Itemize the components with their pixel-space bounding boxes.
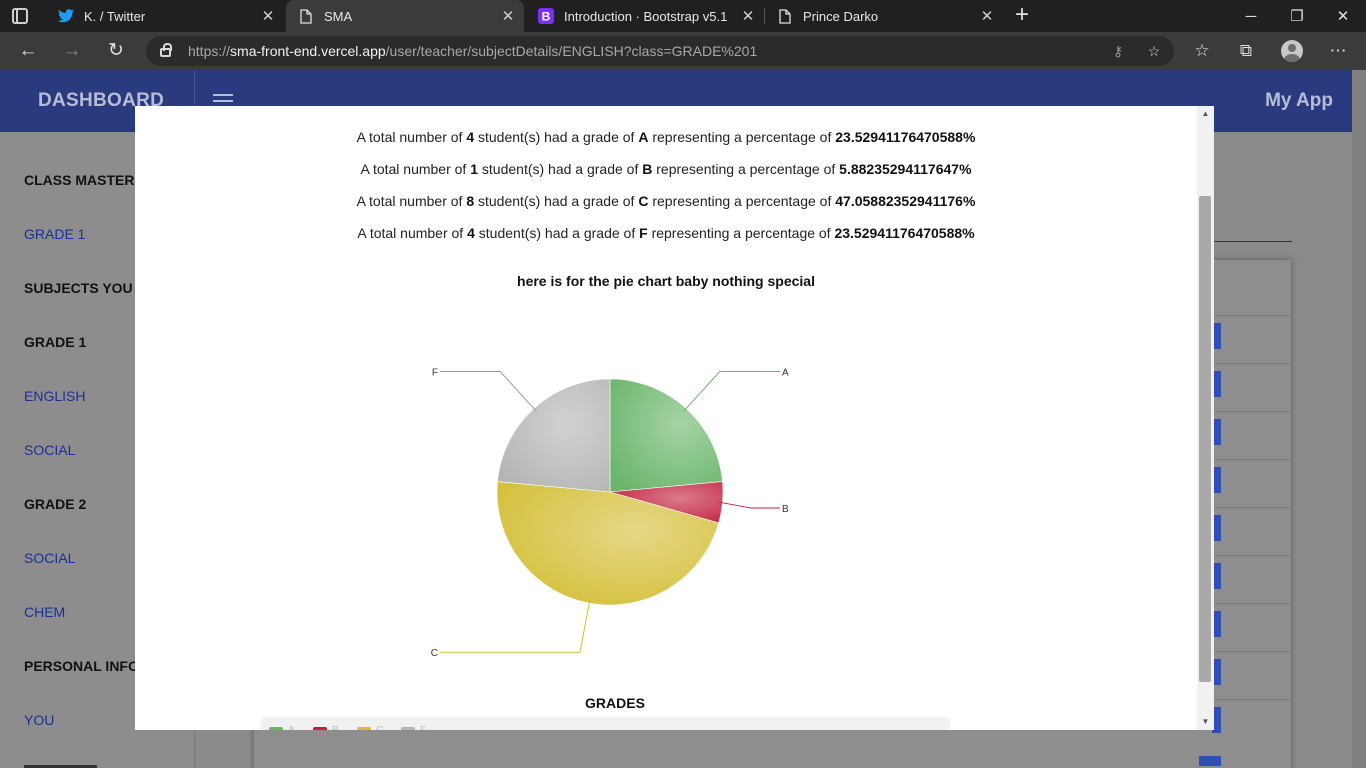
grade-summary-a: A total number of 4 student(s) had a gra…	[356, 129, 976, 145]
grade-summary-f: A total number of 4 student(s) had a gra…	[357, 225, 975, 241]
legend-title: GRADES	[585, 695, 645, 711]
close-icon[interactable]: ✕	[732, 7, 764, 25]
bootstrap-icon: B	[538, 8, 554, 24]
chart-legend: ABCF	[261, 717, 950, 730]
legend-item-f[interactable]: F	[401, 725, 426, 730]
tab-bootstrap[interactable]: B Introduction · Bootstrap v5.1 ✕	[526, 0, 764, 32]
new-tab-button[interactable]: +	[1010, 3, 1034, 27]
legend-item-b[interactable]: B	[313, 725, 339, 730]
background-table-row	[1214, 603, 1291, 604]
close-icon[interactable]: ✕	[492, 7, 524, 25]
back-button[interactable]: ←	[14, 38, 42, 64]
background-table-row	[1214, 555, 1291, 556]
leader-line-c	[440, 599, 591, 653]
tab-prince-darko[interactable]: Prince Darko ✕	[765, 0, 1003, 32]
legend-swatch	[401, 726, 415, 730]
legend-item-a[interactable]: A	[269, 725, 295, 730]
background-table-row	[1214, 363, 1291, 364]
close-icon[interactable]: ✕	[252, 7, 284, 25]
edit-button[interactable]	[1199, 756, 1221, 766]
sidebar-heading-personal-info: PERSONAL INFO	[24, 658, 139, 674]
sidebar-item-chem[interactable]: CHEM	[24, 604, 65, 620]
page-icon	[298, 8, 314, 24]
leader-line-b	[718, 501, 780, 509]
page-scrollbar[interactable]	[1352, 70, 1366, 768]
browser-tab-bar: K. / Twitter ✕ SMA ✕ B Introduction · Bo…	[0, 0, 1366, 32]
sidebar-item-you[interactable]: YOU	[24, 712, 54, 728]
pie-slice-a[interactable]	[609, 378, 723, 493]
legend-label: A	[288, 725, 295, 730]
legend-label: B	[332, 725, 339, 730]
address-bar[interactable]: https://sma-front-end.vercel.app/user/te…	[146, 36, 1174, 66]
refresh-button[interactable]: ↻	[102, 38, 130, 64]
legend-label: C	[376, 725, 383, 730]
legend-label: F	[420, 725, 426, 730]
page-icon	[777, 8, 793, 24]
background-table-row	[1214, 411, 1291, 412]
leader-line-f	[440, 371, 537, 412]
leader-line-a	[683, 371, 780, 412]
background-table-row	[1214, 507, 1291, 508]
legend-swatch	[313, 726, 327, 730]
sidebar-item-grade-1[interactable]: GRADE 1	[24, 226, 85, 242]
slice-label-c: C	[431, 648, 438, 659]
grade-stats-modal: A total number of 4 student(s) had a gra…	[135, 106, 1214, 730]
background-table-row	[1214, 699, 1291, 700]
sidebar-item-english[interactable]: ENGLISH	[24, 388, 85, 404]
twitter-icon	[58, 8, 74, 24]
tab-sma[interactable]: SMA ✕	[286, 0, 524, 32]
tab-title: SMA	[324, 8, 353, 24]
background-table-row	[1214, 459, 1291, 460]
tab-twitter[interactable]: K. / Twitter ✕	[46, 0, 284, 32]
sidebar-heading-class-master: CLASS MASTER	[24, 172, 135, 188]
restore-button[interactable]: ❐	[1274, 0, 1320, 32]
legend-swatch	[269, 726, 283, 730]
legend-item-c[interactable]: C	[357, 725, 383, 730]
grade-summary-b: A total number of 1 student(s) had a gra…	[360, 161, 972, 177]
chart-title: here is for the pie chart baby nothing s…	[517, 273, 815, 289]
address-toolbar: ← → ↻ https://sma-front-end.vercel.app/u…	[0, 32, 1366, 70]
sidebar-heading-subjects: SUBJECTS YOU T	[24, 280, 146, 296]
slice-label-b: B	[782, 504, 789, 515]
sidebar-item-social-2[interactable]: SOCIAL	[24, 550, 75, 566]
sidebar-heading-grade-1: GRADE 1	[24, 334, 87, 350]
lock-icon[interactable]	[160, 43, 172, 57]
background-table-row	[1214, 315, 1291, 316]
tab-title: Introduction · Bootstrap v5.1	[564, 8, 728, 24]
app-name: My App	[1265, 90, 1333, 111]
scrollbar-thumb[interactable]	[1199, 196, 1211, 682]
sidebar-item-social[interactable]: SOCIAL	[24, 442, 75, 458]
grades-pie-chart: A B C F	[431, 368, 789, 660]
add-favorite-icon[interactable]: ☆	[1144, 42, 1164, 60]
tab-title: Prince Darko	[803, 8, 879, 24]
scroll-down-arrow-icon[interactable]: ▼	[1197, 714, 1214, 730]
scroll-up-arrow-icon[interactable]: ▲	[1197, 106, 1214, 122]
profile-avatar[interactable]	[1281, 40, 1303, 62]
collections-icon[interactable]: ⧉	[1234, 40, 1258, 62]
slice-label-a: A	[782, 368, 789, 379]
favorites-icon[interactable]: ☆	[1190, 40, 1214, 62]
background-divider	[1212, 241, 1292, 242]
background-table-row	[1214, 651, 1291, 652]
modal-scrollbar[interactable]: ▲ ▼	[1197, 106, 1214, 730]
pie-slice-f[interactable]	[497, 378, 611, 493]
forward-button[interactable]: →	[58, 38, 86, 64]
pie-slices	[496, 378, 724, 606]
grade-summary-c: A total number of 8 student(s) had a gra…	[356, 193, 976, 209]
more-menu-icon[interactable]: ⋯	[1326, 40, 1350, 62]
url-text[interactable]: https://sma-front-end.vercel.app/user/te…	[188, 43, 757, 59]
slice-label-f: F	[432, 368, 438, 379]
legend-swatch	[357, 726, 371, 730]
close-icon[interactable]: ✕	[971, 7, 1003, 25]
sidebar-heading-grade-2: GRADE 2	[24, 496, 87, 512]
tab-title: K. / Twitter	[84, 8, 146, 24]
svg-text:B: B	[542, 10, 551, 24]
key-icon[interactable]: ⚷	[1108, 42, 1128, 60]
minimize-button[interactable]: ─	[1228, 0, 1274, 32]
close-window-button[interactable]: ✕	[1320, 0, 1366, 32]
tab-actions-icon[interactable]	[12, 8, 28, 24]
